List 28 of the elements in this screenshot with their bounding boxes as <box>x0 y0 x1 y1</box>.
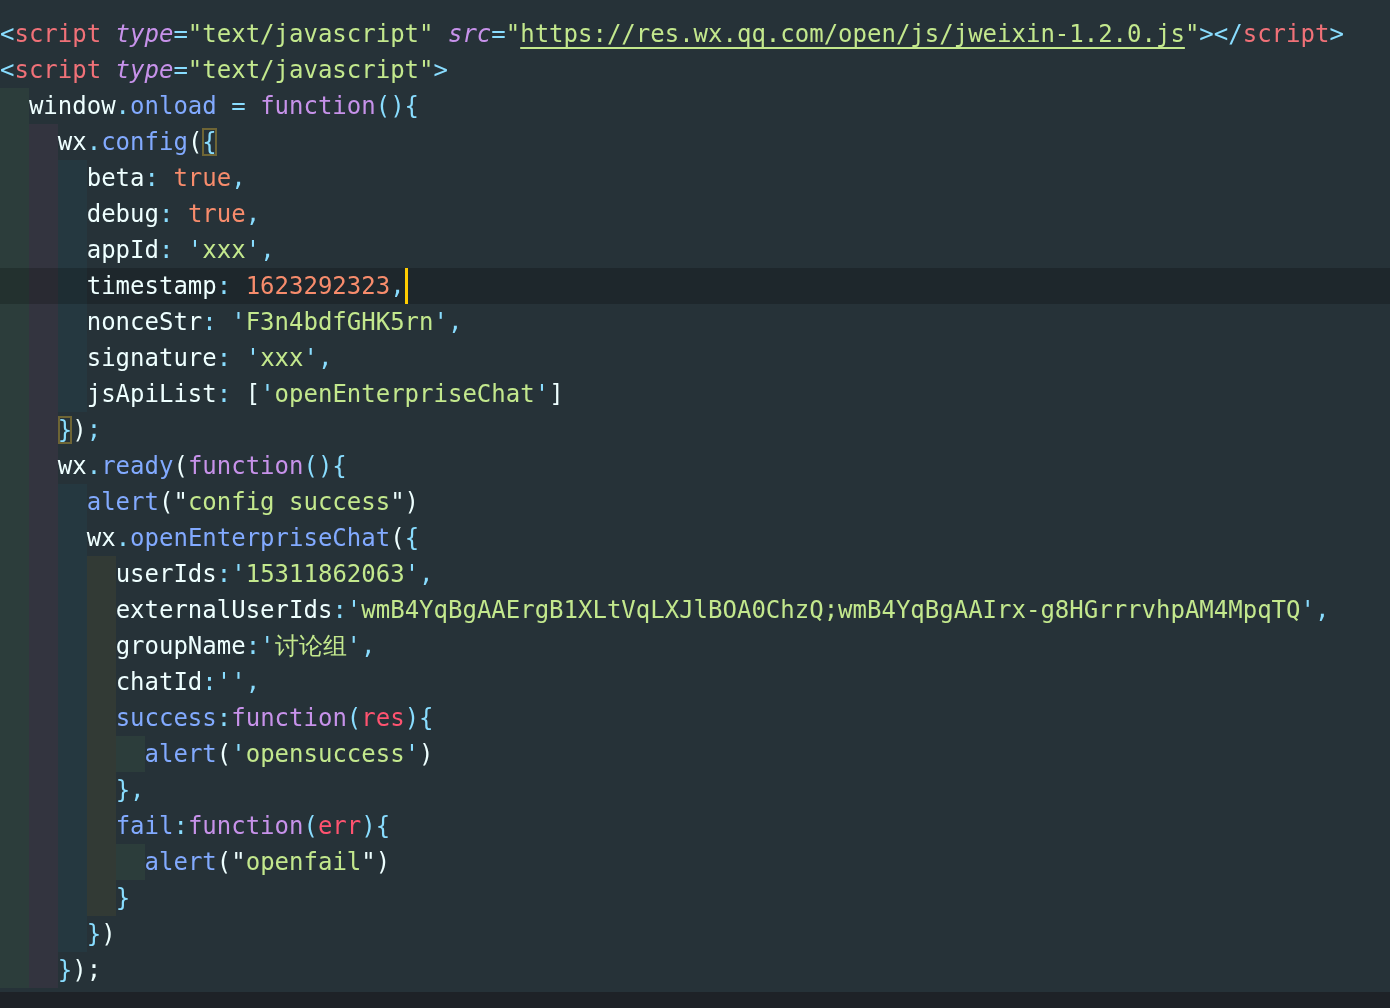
code-line: appId: 'xxx', <box>0 232 275 268</box>
code-line: }); <box>0 412 102 448</box>
code-line: chatId:'', <box>0 664 261 700</box>
code-line: externalUserIds:'wmB4YqBgAAErgB1XLtVqLXJlBOA0ChzQ;wmB4YqBgAAIrx-g8HGrrrvhpAM4MpqTQ', <box>0 592 1330 628</box>
text-cursor <box>404 268 408 304</box>
code-line: alert("openfail") <box>0 844 391 880</box>
code-line: success:function(res){ <box>0 700 434 736</box>
code-line: signature: 'xxx', <box>0 340 333 376</box>
code-line: window.onload = function(){ <box>0 88 420 124</box>
code-line: }) <box>0 916 116 952</box>
code-line: } <box>0 880 131 916</box>
code-line: <script type="text/javascript"> <box>0 55 448 86</box>
code-line: wx.ready(function(){ <box>0 448 347 484</box>
code-line: debug: true, <box>0 196 261 232</box>
code-line: alert("config success") <box>0 484 420 520</box>
code-line: wx.config({ <box>0 124 217 160</box>
code-line: }); <box>0 952 102 988</box>
code-line: nonceStr: 'F3n4bdfGHK5rn', <box>0 304 463 340</box>
code-line: <script type="text/javascript" src="https://res.wx.qq.com/open/js/jweixin-1.2.0.js"></script> <box>0 19 1344 50</box>
code-line: fail:function(err){ <box>0 808 391 844</box>
code-line: jsApiList: ['openEnterpriseChat'] <box>0 376 564 412</box>
code-line: timestamp: 1623292323, <box>0 268 405 304</box>
code-line: userIds:'15311862063', <box>0 556 434 592</box>
code-line: alert('opensuccess') <box>0 736 434 772</box>
code-line: }, <box>0 772 145 808</box>
code-line: beta: true, <box>0 160 246 196</box>
code-line: groupName:'讨论组', <box>0 628 376 664</box>
code-line: wx.openEnterpriseChat({ <box>0 520 420 556</box>
